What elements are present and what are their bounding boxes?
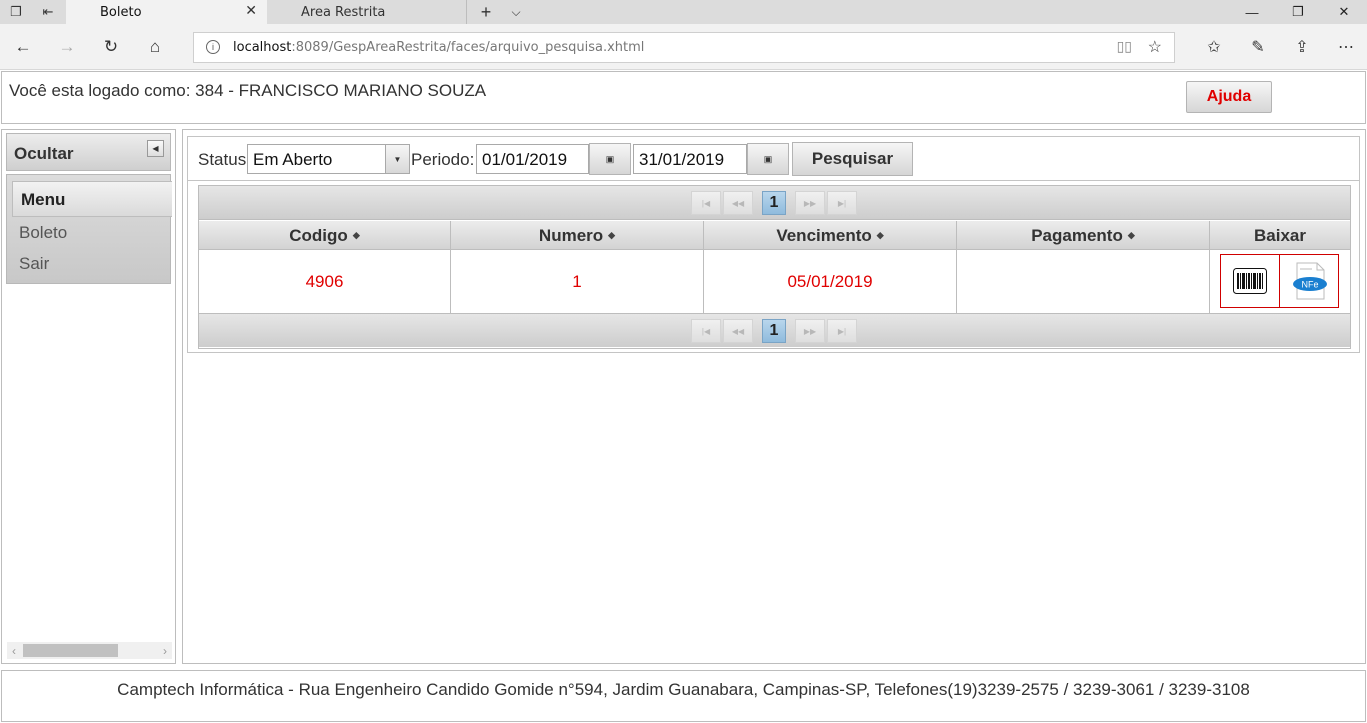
calendar-icon[interactable]: ▣ [747, 143, 789, 175]
first-page-icon[interactable]: |◀ [691, 191, 721, 215]
sidebar-header: Ocultar ◀ [6, 133, 171, 171]
share-icon[interactable]: ⇪ [1287, 32, 1317, 62]
download-nfe-button[interactable]: NFe [1279, 254, 1339, 308]
tab-title: Boleto [100, 4, 142, 20]
forward-icon[interactable]: → [52, 32, 82, 62]
sidebar-item-boleto[interactable]: Boleto [19, 223, 67, 243]
pen-icon[interactable]: ✎ [1243, 32, 1273, 62]
scroll-right-icon[interactable]: › [158, 642, 172, 659]
sort-icon[interactable]: ◆ [1128, 230, 1135, 241]
favorite-star-icon[interactable]: ☆ [1148, 37, 1162, 57]
info-icon[interactable]: i [206, 40, 220, 54]
nfe-label: NFe [1301, 280, 1318, 290]
cell-numero: 1 [451, 250, 704, 313]
column-header-numero[interactable]: Numero ◆ [451, 221, 704, 250]
cell-codigo: 4906 [199, 250, 451, 313]
close-icon[interactable]: ✕ [245, 3, 257, 19]
home-icon[interactable]: ⌂ [140, 32, 170, 62]
status-select[interactable]: Em Aberto ▼ [247, 144, 410, 174]
date-from-value: 01/01/2019 [482, 150, 568, 169]
scroll-left-icon[interactable]: ‹ [7, 642, 21, 659]
cell-pagamento [957, 250, 1210, 313]
table-header: Codigo ◆ Numero ◆ Vencimento ◆ Pagamento ◆ B… [199, 221, 1350, 250]
column-header-pagamento[interactable]: Pagamento ◆ [957, 221, 1210, 250]
prev-page-icon[interactable]: ◀◀ [723, 319, 753, 343]
page-footer: Camptech Informática - Rua Engenheiro Ca… [1, 670, 1366, 722]
minimize-icon[interactable]: — [1229, 0, 1275, 24]
main-content: Status Em Aberto ▼ Periodo: 01/01/2019 ▣… [182, 129, 1366, 664]
set-aside-tabs-icon[interactable]: ⇤ [32, 0, 64, 24]
download-boleto-button[interactable] [1220, 254, 1280, 308]
next-page-icon[interactable]: ▶▶ [795, 191, 825, 215]
sort-icon[interactable]: ◆ [877, 230, 884, 241]
back-icon[interactable]: ← [8, 32, 38, 62]
calendar-icon[interactable]: ▣ [589, 143, 631, 175]
reading-view-icon[interactable]: ▯▯ [1117, 38, 1132, 55]
menu-header: Menu [12, 181, 172, 217]
restore-icon[interactable]: ❐ [1275, 0, 1321, 24]
footer-text: Camptech Informática - Rua Engenheiro Ca… [117, 680, 1250, 699]
menu-title: Menu [21, 190, 66, 209]
sidebar: Ocultar ◀ Menu Boleto Sair ‹ › [1, 129, 176, 664]
page-header: Você esta logado como: 384 - FRANCISCO M… [1, 71, 1366, 124]
sidebar-item-sair[interactable]: Sair [19, 254, 49, 274]
cell-vencimento: 05/01/2019 [704, 250, 957, 313]
search-panel: Status Em Aberto ▼ Periodo: 01/01/2019 ▣… [187, 136, 1360, 353]
browser-tab-boleto[interactable]: Boleto ✕ [66, 0, 267, 24]
scrollbar-thumb[interactable] [23, 644, 118, 657]
date-to-value: 31/01/2019 [639, 150, 725, 169]
tab-preview-icon[interactable]: ❐ [0, 0, 32, 24]
new-tab-icon[interactable]: + [474, 0, 498, 24]
tab-list-icon[interactable]: ⌵ [504, 0, 528, 24]
dropdown-icon[interactable]: ▼ [385, 145, 409, 173]
next-page-icon[interactable]: ▶▶ [795, 319, 825, 343]
date-from-input[interactable]: 01/01/2019 [476, 144, 589, 174]
help-button[interactable]: Ajuda [1186, 81, 1272, 113]
pager-bottom: |◀ ◀◀ 1 ▶▶ ▶| [199, 313, 1350, 347]
barcode-icon [1233, 268, 1267, 294]
pager-top: |◀ ◀◀ 1 ▶▶ ▶| [199, 186, 1350, 220]
collapse-icon[interactable]: ◀ [147, 140, 164, 157]
page-number-button[interactable]: 1 [762, 319, 786, 343]
results-table: |◀ ◀◀ 1 ▶▶ ▶| Codigo ◆ Numero ◆ Vencimento… [198, 185, 1351, 349]
status-label: Status [198, 150, 247, 169]
first-page-icon[interactable]: |◀ [691, 319, 721, 343]
browser-tab-bar: ❐ ⇤ Boleto ✕ Area Restrita + ⌵ — ❐ ✕ [0, 0, 1367, 24]
sidebar-title: Ocultar [14, 144, 74, 163]
browser-tab-area-restrita[interactable]: Area Restrita [267, 0, 467, 24]
address-bar[interactable]: i localhost:8089/GespAreaRestrita/faces/… [193, 32, 1175, 63]
column-header-codigo[interactable]: Codigo ◆ [199, 221, 451, 250]
period-label: Periodo: [411, 150, 475, 169]
sort-icon[interactable]: ◆ [353, 230, 360, 241]
status-value: Em Aberto [253, 150, 333, 169]
sidebar-scrollbar[interactable]: ‹ › [7, 642, 172, 659]
column-header-baixar: Baixar [1254, 225, 1306, 245]
favorites-icon[interactable]: ✩ [1199, 32, 1229, 62]
browser-nav-bar: ← → ↻ ⌂ i localhost:8089/GespAreaRestrit… [0, 24, 1367, 70]
prev-page-icon[interactable]: ◀◀ [723, 191, 753, 215]
page-number-button[interactable]: 1 [762, 191, 786, 215]
column-header-vencimento[interactable]: Vencimento ◆ [704, 221, 957, 250]
cell-baixar: NFe [1210, 250, 1350, 313]
date-to-input[interactable]: 31/01/2019 [633, 144, 747, 174]
sidebar-menu: Menu Boleto Sair [6, 174, 172, 284]
last-page-icon[interactable]: ▶| [827, 319, 857, 343]
more-icon[interactable]: ⋯ [1331, 32, 1361, 62]
filter-row: Status Em Aberto ▼ Periodo: 01/01/2019 ▣… [188, 137, 1359, 181]
refresh-icon[interactable]: ↻ [96, 32, 126, 62]
sort-icon[interactable]: ◆ [608, 230, 615, 241]
nfe-icon: NFe [1293, 262, 1327, 300]
tab-title: Area Restrita [301, 4, 386, 20]
url-text[interactable]: localhost:8089/GespAreaRestrita/faces/ar… [233, 40, 644, 55]
table-row: 4906 1 05/01/2019 NFe [199, 250, 1350, 313]
close-window-icon[interactable]: ✕ [1321, 0, 1367, 24]
search-button[interactable]: Pesquisar [792, 142, 913, 176]
logged-user-text: Você esta logado como: 384 - FRANCISCO M… [9, 81, 487, 100]
last-page-icon[interactable]: ▶| [827, 191, 857, 215]
